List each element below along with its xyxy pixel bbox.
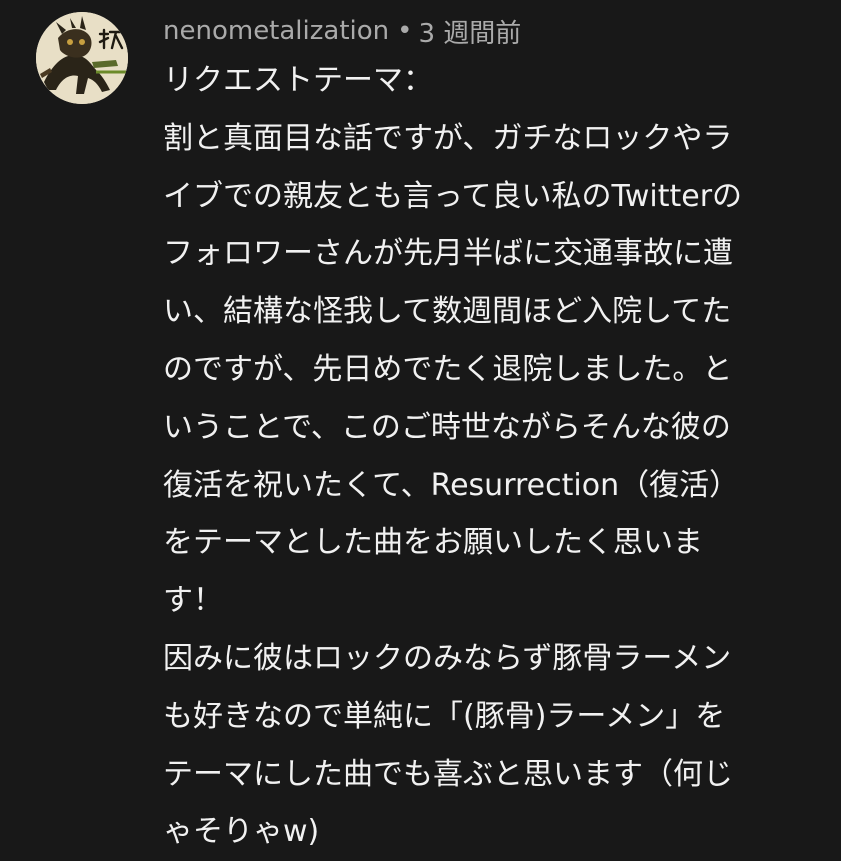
header-separator: • [397, 16, 413, 46]
comment-line: をテーマとした曲をお願いしたく思いま [163, 525, 703, 561]
comment-line: フォロワーさんが先月半ばに交通事故に遭 [163, 236, 733, 272]
comment-line: いうことで、このご時世ながらそんな彼の [163, 409, 731, 445]
comment-line: テーマにした曲でも喜ぶと思います（何じ [163, 756, 733, 792]
comment-line: のですが、先日めでたく退院しました。と [163, 351, 733, 387]
comment-thread-item: nenometalization • 3 週間前 リクエストテーマ： 割と真面目… [0, 0, 841, 860]
comment-timestamp[interactable]: 3 週間前 [419, 13, 522, 50]
avatar-icon [36, 12, 128, 104]
comment-line: 因みに彼はロックのみならず豚骨ラーメン [163, 640, 732, 676]
comment-text: リクエストテーマ： 割と真面目な話ですが、ガチなロックやラ イブでの親友とも言っ… [163, 52, 813, 861]
comment-line: ゃそりゃw) [163, 814, 320, 850]
author-name[interactable]: nenometalization [163, 16, 389, 46]
comment-line: 割と真面目な話ですが、ガチなロックやラ [163, 120, 733, 156]
comment-line: い、結構な怪我して数週間ほど入院してた [163, 294, 732, 330]
comment-header: nenometalization • 3 週間前 [163, 8, 521, 54]
comment-line: リクエストテーマ： [163, 63, 433, 98]
comment-line: イブでの親友とも言って良い私のTwitterの [163, 178, 743, 214]
comment-line: も好きなので単純に「(豚骨)ラーメン」を [163, 698, 726, 734]
avatar[interactable] [36, 12, 128, 104]
comment-line: す！ [163, 583, 223, 619]
comment-line: 復活を祝いたくて、Resurrection（復活） [163, 467, 740, 503]
